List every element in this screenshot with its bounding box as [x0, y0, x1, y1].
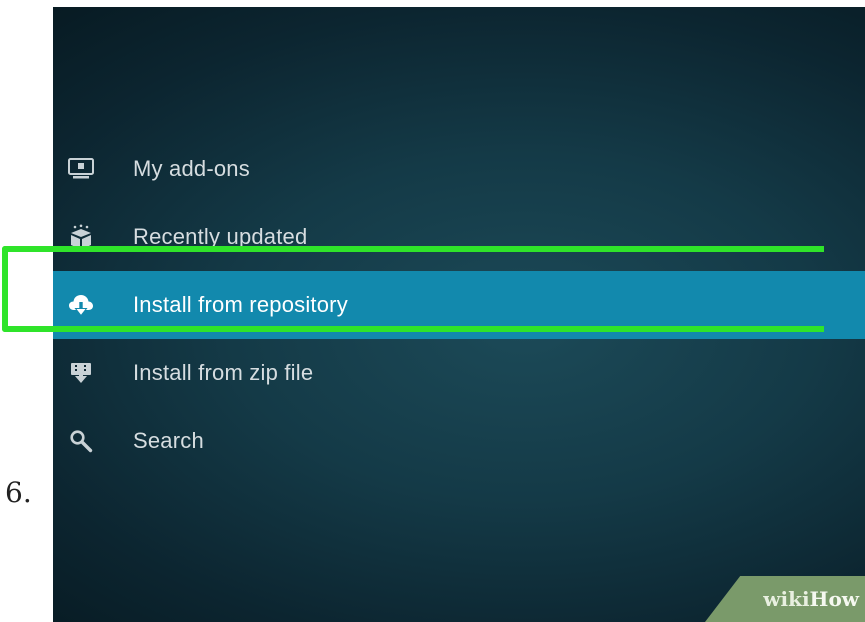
- menu-item-label: My add-ons: [133, 156, 250, 181]
- search-icon: [68, 428, 94, 454]
- menu-item-label: Install from zip file: [133, 360, 314, 385]
- kodi-addons-screen: My add-ons Recently updated Install from…: [53, 7, 865, 622]
- wikihow-watermark: wiki How: [705, 576, 865, 622]
- zip-download-icon: [68, 360, 94, 386]
- menu-item-label: Install from repository: [133, 292, 348, 317]
- box-icon: [68, 224, 94, 250]
- menu-item-label: Recently updated: [133, 224, 308, 249]
- step-number: 6.: [5, 476, 32, 509]
- menu-item-install-from-zip[interactable]: Install from zip file: [53, 339, 865, 407]
- menu-item-search[interactable]: Search: [53, 407, 865, 475]
- addon-menu: My add-ons Recently updated Install from…: [53, 135, 865, 475]
- watermark-part1: wiki: [763, 587, 810, 611]
- menu-item-my-addons[interactable]: My add-ons: [53, 135, 865, 203]
- watermark-part2: How: [809, 587, 859, 611]
- menu-item-install-from-repository[interactable]: Install from repository: [53, 271, 865, 339]
- menu-item-label: Search: [133, 428, 204, 453]
- monitor-icon: [68, 156, 94, 182]
- menu-item-recently-updated[interactable]: Recently updated: [53, 203, 865, 271]
- cloud-download-icon: [68, 292, 94, 318]
